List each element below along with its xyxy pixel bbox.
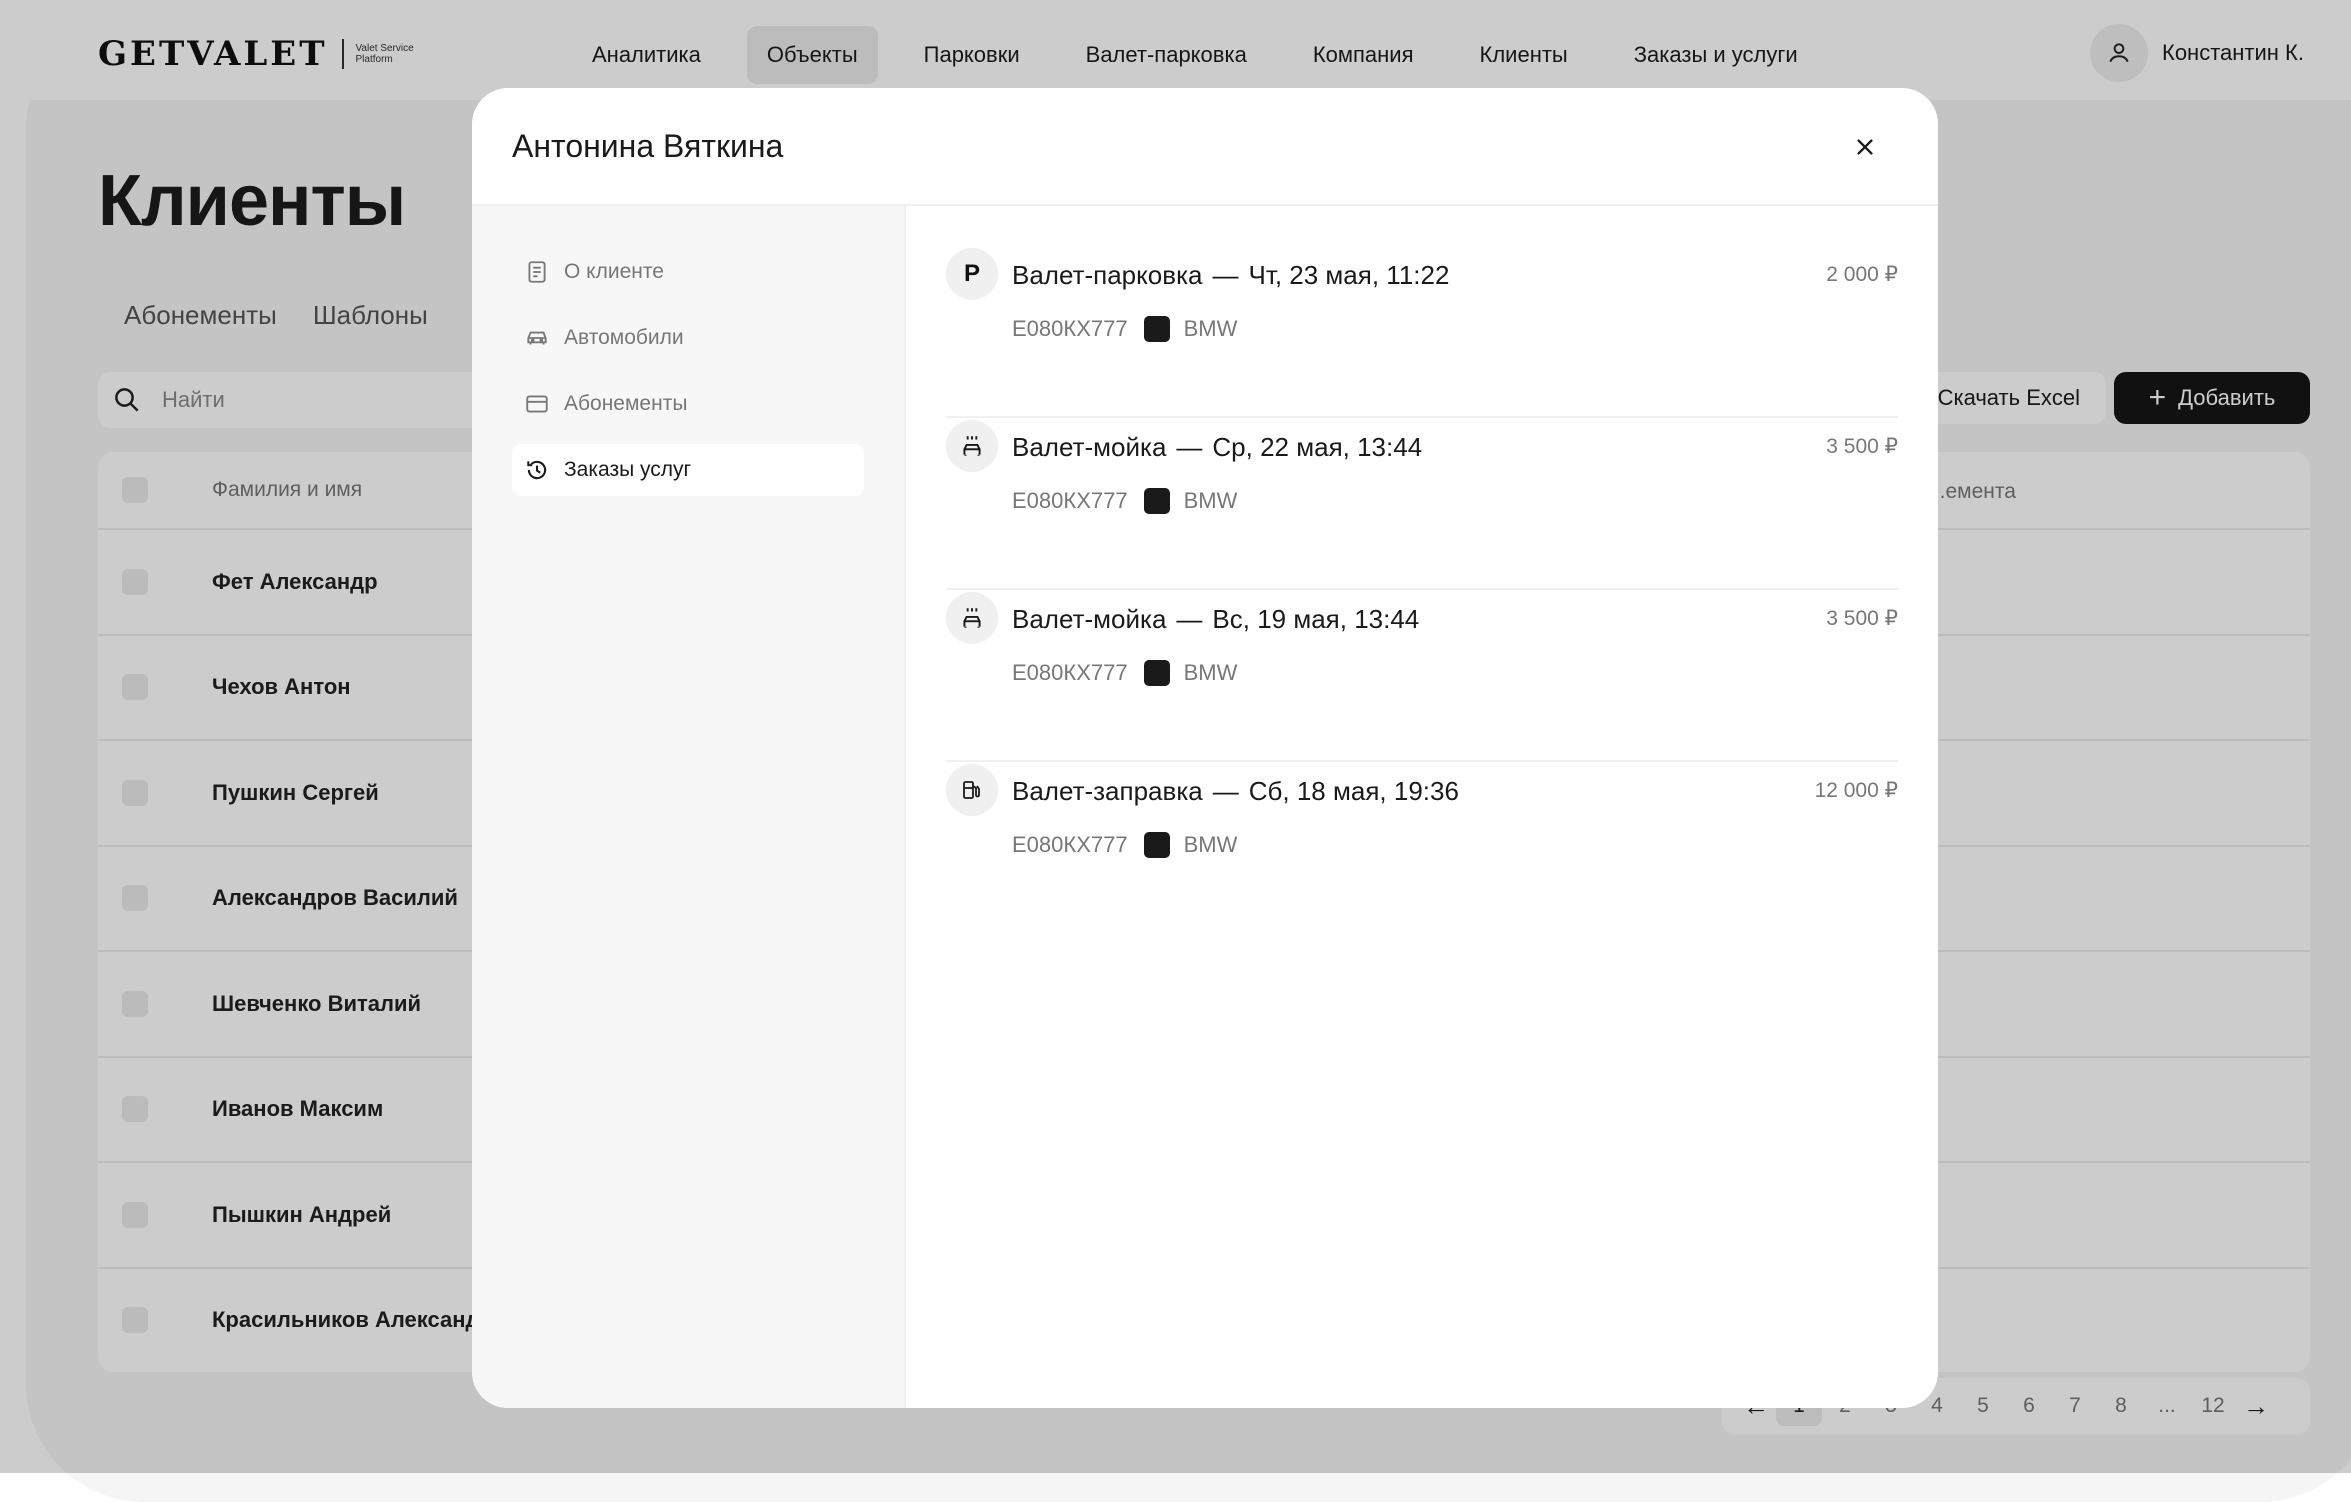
modal-title: Антонина Вяткина [512, 127, 784, 164]
modal-sidebar: О клиенте Автомобили Абонементы Заказы у… [472, 206, 906, 1408]
car-plate: Е080КХ777 [1012, 832, 1128, 857]
order-service: Валет-мойка [1012, 604, 1167, 634]
client-modal: Антонина Вяткина О клиенте Автомобили Аб… [472, 88, 1938, 1408]
car-model: BMW [1183, 660, 1238, 685]
order-price: 3 500 ₽ [1826, 607, 1898, 630]
sidebar-item-about[interactable]: О клиенте [512, 246, 864, 298]
car-wash-icon [946, 592, 998, 644]
car-wash-icon [946, 420, 998, 472]
car-plate: Е080КХ777 [1012, 316, 1128, 341]
order-date: Ср, 22 мая, 13:44 [1212, 432, 1423, 462]
order-service: Валет-мойка [1012, 432, 1167, 462]
car-model: BMW [1183, 316, 1238, 341]
car-color-swatch [1143, 660, 1170, 686]
car-model: BMW [1183, 488, 1238, 513]
order-date: Сб, 18 мая, 19:36 [1248, 776, 1459, 806]
order-item[interactable]: Валет-мойка — Вс, 19 мая, 13:44 3 500 ₽ Е0… [946, 590, 1898, 762]
order-car: Е080КХ777 BMW [1012, 832, 1237, 858]
sidebar-item-service-orders[interactable]: Заказы услуг [512, 444, 864, 496]
close-button[interactable] [1848, 130, 1882, 164]
card-icon [526, 395, 548, 413]
order-title: Валет-мойка — Ср, 22 мая, 13:44 [1012, 432, 1423, 462]
order-title: Валет-парковка — Чт, 23 мая, 11:22 [1012, 260, 1450, 290]
close-icon [1857, 139, 1873, 155]
document-icon [528, 261, 546, 283]
order-item[interactable]: P Валет-парковка — Чт, 23 мая, 11:22 2 000… [946, 246, 1898, 418]
sidebar-item-label: О клиенте [564, 260, 664, 283]
order-item[interactable]: Валет-мойка — Ср, 22 мая, 13:44 3 500 ₽ Е0… [946, 418, 1898, 590]
parking-icon: P [946, 248, 998, 300]
order-car: Е080КХ777 BMW [1012, 488, 1237, 514]
order-date: Чт, 23 мая, 11:22 [1248, 260, 1450, 290]
car-color-swatch [1143, 316, 1170, 342]
car-color-swatch [1143, 832, 1170, 858]
order-title: Валет-мойка — Вс, 19 мая, 13:44 [1012, 604, 1420, 634]
car-icon [527, 331, 547, 345]
sidebar-item-label: Абонементы [564, 392, 688, 415]
order-service: Валет-парковка [1012, 260, 1203, 290]
order-item[interactable]: Валет-заправка — Сб, 18 мая, 19:36 12 000 … [946, 762, 1898, 934]
car-color-swatch [1143, 488, 1170, 514]
order-price: 3 500 ₽ [1826, 435, 1898, 458]
sidebar-item-label: Заказы услуг [564, 458, 692, 481]
order-car: Е080КХ777 BMW [1012, 316, 1237, 342]
order-service: Валет-заправка [1012, 776, 1203, 806]
order-price: 12 000 ₽ [1814, 779, 1898, 802]
sidebar-item-subscriptions[interactable]: Абонементы [512, 378, 864, 430]
order-date: Вс, 19 мая, 13:44 [1212, 604, 1420, 634]
history-icon [527, 460, 547, 480]
fuel-icon [946, 764, 998, 816]
sidebar-item-cars[interactable]: Автомобили [512, 312, 864, 364]
order-price: 2 000 ₽ [1826, 263, 1898, 286]
sidebar-item-label: Автомобили [564, 326, 684, 349]
car-model: BMW [1183, 832, 1238, 857]
car-plate: Е080КХ777 [1012, 488, 1128, 513]
order-title: Валет-заправка — Сб, 18 мая, 19:36 [1012, 776, 1459, 806]
service-orders-list: P Валет-парковка — Чт, 23 мая, 11:22 2 000… [906, 206, 1938, 1408]
modal-header: Антонина Вяткина [472, 88, 1938, 206]
order-car: Е080КХ777 BMW [1012, 660, 1237, 686]
car-plate: Е080КХ777 [1012, 660, 1128, 685]
